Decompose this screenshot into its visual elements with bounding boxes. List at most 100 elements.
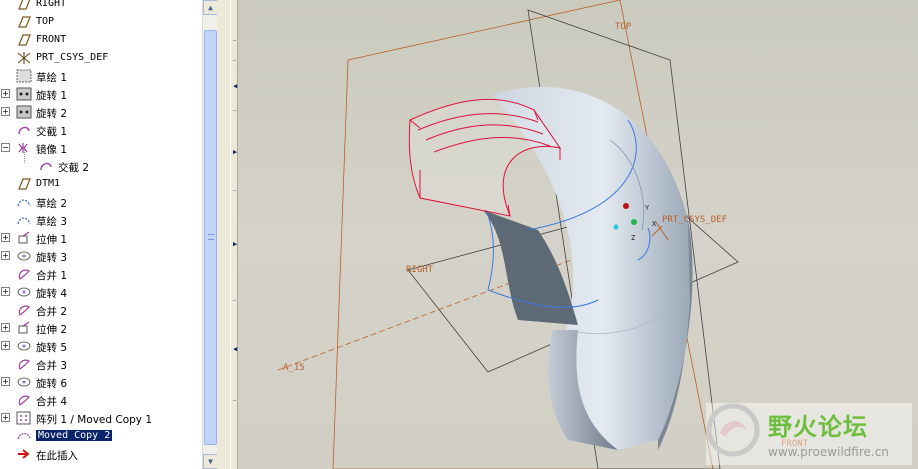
tree-item-label: 合并 2 [36,306,68,318]
coordinate-system-icon [16,51,32,65]
revolve-surface-icon [16,339,32,353]
revolve-surface-icon [16,249,32,263]
tree-item[interactable]: DTM1 [0,175,202,193]
pattern-icon [16,411,32,425]
collapse-left-icon[interactable]: ◀ [233,82,237,90]
tree-item[interactable]: 草绘 2 [0,193,202,211]
expand-node-icon[interactable]: + [1,89,10,98]
revolve-surface-icon [16,375,32,389]
datum-top-label[interactable]: TOP [615,22,632,32]
expand-node-icon[interactable]: + [1,233,10,242]
tree-item[interactable]: FRONT [0,31,202,49]
revolve-icon [16,87,32,101]
datum-plane-icon [16,177,32,191]
tree-item-label: RIGHT [36,0,67,9]
expand-right-icon[interactable]: ▶ [233,240,237,248]
moved-copy-icon [16,429,32,443]
forum-watermark: 野火论坛 www.proewildfire.cn [706,403,912,465]
panel-gap [217,0,230,469]
tree-item-label: 交截 2 [58,162,90,174]
tree-item-label: 合并 4 [36,396,68,408]
datum-plane-icon [16,0,32,11]
tree-guide-line [24,149,25,163]
pane-splitter[interactable]: ◀ ▶ ▶ ◀ [230,0,238,469]
tree-item[interactable]: 草绘 1 [0,67,202,85]
intersect-icon [16,123,32,137]
axis-a15-label[interactable]: A_15 [283,363,305,373]
intersect-icon [38,159,54,173]
watermark-title: 野火论坛 [768,413,868,441]
tree-item-label: DTM1 [36,178,61,189]
watermark-url: www.proewildfire.cn [768,445,889,459]
tree-item[interactable]: PRT_CSYS_DEF [0,49,202,67]
highlighted-feature[interactable] [408,98,562,217]
tree-item[interactable]: 合并 2 [0,301,202,319]
revolve-icon [16,105,32,119]
tree-item[interactable]: 交截 2 [0,157,202,175]
expand-node-icon[interactable]: + [1,107,10,116]
expand-node-icon[interactable]: + [1,323,10,332]
merge-icon [16,357,32,371]
tree-item[interactable]: 合并 4 [0,391,202,409]
revolve-surface-icon [16,285,32,299]
csys-label[interactable]: PRT_CSYS_DEF [662,215,727,225]
tree-item[interactable]: 交截 1 [0,121,202,139]
tree-item[interactable]: + 拉伸 2 [0,319,202,337]
tree-item[interactable]: + 旋转 4 [0,283,202,301]
tree-item[interactable]: + 旋转 6 [0,373,202,391]
sketch-icon [16,69,32,83]
expand-node-icon[interactable]: + [1,287,10,296]
tree-item[interactable]: 合并 3 [0,355,202,373]
tree-item-label: 旋转 2 [36,108,68,120]
tree-item-label: 旋转 3 [36,252,68,264]
tree-item-label: 交截 1 [36,126,68,138]
tree-item-label: 旋转 5 [36,342,68,354]
sketch-curve-icon [16,195,32,209]
scroll-down-button[interactable]: ▼ [203,454,218,469]
expand-node-icon[interactable]: + [1,377,10,386]
tree-item-label: 在此插入 [36,450,78,462]
splitter-grip [233,400,236,401]
scroll-up-button[interactable]: ▲ [203,0,218,15]
model-render[interactable]: Y X Z TOP RIGHT PRT_CSYS_DEF A_15 FRONT [238,0,918,469]
tree-item-label: TOP [36,16,55,27]
scroll-thumb[interactable] [204,30,217,445]
splitter-grip [233,300,236,301]
datum-right-label[interactable]: RIGHT [406,265,434,275]
model-tree-scrollbar[interactable]: ▲ ▼ [202,0,218,469]
tree-item[interactable]: + 旋转 5 [0,337,202,355]
tree-item[interactable]: + 拉伸 1 [0,229,202,247]
tree-item[interactable]: + 旋转 1 [0,85,202,103]
tree-item[interactable]: − 镜像 1 [0,139,202,157]
tree-item[interactable]: Moved Copy 2 [0,427,202,445]
graphics-viewport[interactable]: Y X Z TOP RIGHT PRT_CSYS_DEF A_15 FRONT … [238,0,918,469]
tree-item[interactable]: 在此插入 [0,445,202,463]
tree-item[interactable]: + 阵列 1 / Moved Copy 1 [0,409,202,427]
expand-node-icon[interactable]: + [1,341,10,350]
tree-item[interactable]: RIGHT [0,0,202,13]
tree-item-label: 草绘 2 [36,198,68,210]
tree-item-label: 旋转 4 [36,288,68,300]
tree-item-label: 阵列 1 / Moved Copy 1 [36,414,153,426]
tree-item[interactable]: + 旋转 3 [0,247,202,265]
tree-item[interactable]: 合并 1 [0,265,202,283]
splitter-grip [233,60,236,61]
tree-item-label: FRONT [36,34,67,45]
insert-here-icon [16,447,32,461]
expand-node-icon[interactable]: + [1,251,10,260]
expand-right-icon[interactable]: ▶ [233,148,237,156]
collapse-left-icon[interactable]: ◀ [233,345,237,353]
extrude-icon [16,321,32,335]
tree-item-label: 草绘 3 [36,216,68,228]
tree-item-label: 旋转 6 [36,378,68,390]
collapse-node-icon[interactable]: − [1,143,10,152]
tree-item[interactable]: 草绘 3 [0,211,202,229]
axis-z-label: Z [631,234,635,242]
tree-item[interactable]: + 旋转 2 [0,103,202,121]
tree-item-label: 合并 1 [36,270,68,282]
tree-item-label: 拉伸 2 [36,324,68,336]
tree-item[interactable]: TOP [0,13,202,31]
thumb-grip-icon [208,234,214,240]
watermark-logo-icon [706,403,760,457]
expand-node-icon[interactable]: + [1,413,10,422]
